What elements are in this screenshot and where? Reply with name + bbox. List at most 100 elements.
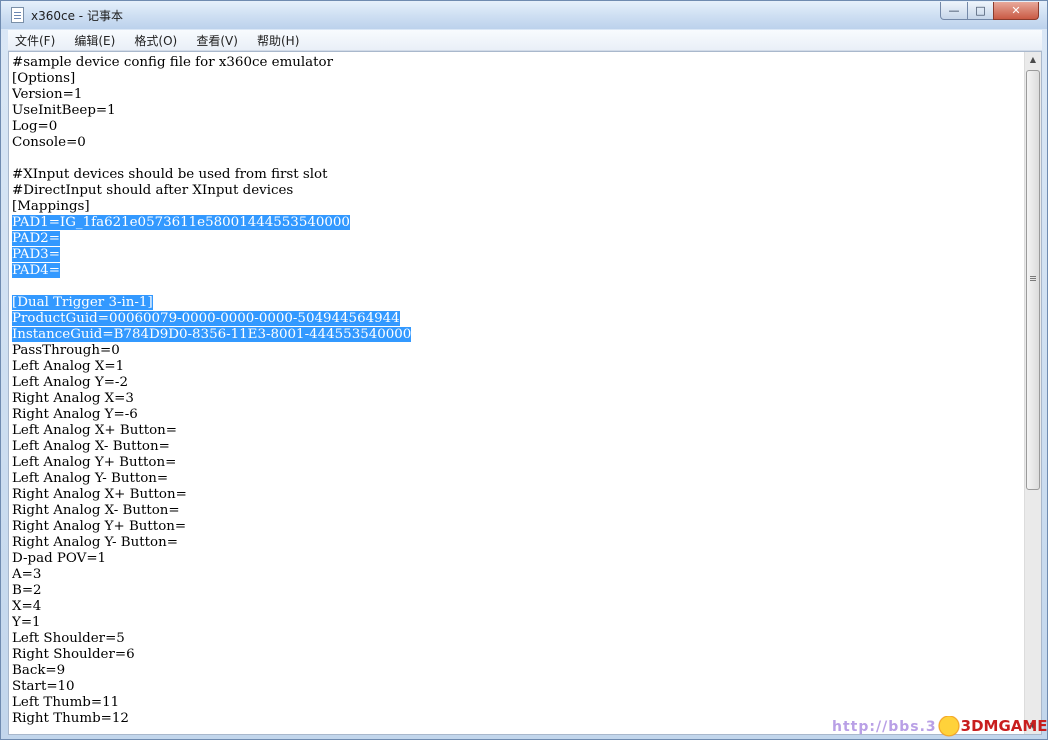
text-line[interactable]: Right Shoulder=6 bbox=[12, 647, 1020, 663]
scroll-thumb[interactable] bbox=[1026, 70, 1040, 490]
text-line[interactable]: PassThrough=0 bbox=[12, 343, 1020, 359]
line-text: Start=10 bbox=[12, 679, 75, 694]
line-text: Left Analog X=1 bbox=[12, 359, 125, 374]
menu-help[interactable]: 帮助(H) bbox=[250, 31, 306, 51]
minimize-button[interactable]: — bbox=[940, 2, 968, 20]
text-line[interactable]: Right Analog Y=-6 bbox=[12, 407, 1020, 423]
line-text: Left Analog X+ Button= bbox=[12, 423, 178, 438]
text-line[interactable]: Left Analog Y+ Button= bbox=[12, 455, 1020, 471]
text-line[interactable]: PAD2= bbox=[12, 231, 1020, 247]
line-text: Right Thumb=12 bbox=[12, 711, 129, 726]
line-text: Console=0 bbox=[12, 135, 86, 150]
menu-view[interactable]: 查看(V) bbox=[189, 31, 245, 51]
text-line[interactable]: [Dual Trigger 3-in-1] bbox=[12, 295, 1020, 311]
line-text: Back=9 bbox=[12, 663, 66, 678]
text-line[interactable]: Right Analog X- Button= bbox=[12, 503, 1020, 519]
watermark-brand: 3DMGAME bbox=[960, 717, 1048, 735]
text-line[interactable]: Y=1 bbox=[12, 615, 1020, 631]
notepad-window: x360ce - 记事本 — □ ✕ 文件(F) 编辑(E) 格式(O) 查看(… bbox=[0, 0, 1048, 740]
text-line[interactable]: #sample device config file for x360ce em… bbox=[12, 55, 1020, 71]
line-text: Right Analog X+ Button= bbox=[12, 487, 187, 502]
selected-text: PAD3= bbox=[12, 247, 60, 262]
text-line[interactable]: Right Analog X+ Button= bbox=[12, 487, 1020, 503]
text-line[interactable]: Left Shoulder=5 bbox=[12, 631, 1020, 647]
line-text: Left Analog Y+ Button= bbox=[12, 455, 177, 470]
text-line[interactable]: Log=0 bbox=[12, 119, 1020, 135]
scroll-grip-icon bbox=[1030, 276, 1036, 277]
notepad-icon[interactable] bbox=[11, 7, 24, 23]
text-line[interactable]: Left Analog X+ Button= bbox=[12, 423, 1020, 439]
selected-text: PAD4= bbox=[12, 263, 60, 278]
text-line[interactable]: B=2 bbox=[12, 583, 1020, 599]
text-line[interactable]: Left Analog Y- Button= bbox=[12, 471, 1020, 487]
selected-text: PAD2= bbox=[12, 231, 60, 246]
line-text: Left Thumb=11 bbox=[12, 695, 120, 710]
text-line[interactable]: InstanceGuid=B784D9D0-8356-11E3-8001-444… bbox=[12, 327, 1020, 343]
text-line[interactable]: #DirectInput should after XInput devices bbox=[12, 183, 1020, 199]
editor-content[interactable]: #sample device config file for x360ce em… bbox=[12, 55, 1020, 733]
vertical-scrollbar[interactable]: ▲ ▼ bbox=[1024, 52, 1041, 734]
line-text: A=3 bbox=[12, 567, 42, 582]
selected-text: [Dual Trigger 3-in-1] bbox=[12, 295, 153, 310]
window-title: x360ce - 记事本 bbox=[31, 9, 123, 23]
watermark: http://bbs.3 3DMGAME bbox=[832, 716, 1048, 738]
menu-format[interactable]: 格式(O) bbox=[127, 31, 184, 51]
text-line[interactable]: PAD4= bbox=[12, 263, 1020, 279]
text-line[interactable] bbox=[12, 279, 1020, 295]
close-button[interactable]: ✕ bbox=[993, 2, 1039, 20]
text-line[interactable]: D-pad POV=1 bbox=[12, 551, 1020, 567]
text-line[interactable]: PAD3= bbox=[12, 247, 1020, 263]
text-line[interactable]: Version=1 bbox=[12, 87, 1020, 103]
line-text: Log=0 bbox=[12, 119, 58, 134]
line-text: Version=1 bbox=[12, 87, 83, 102]
title-bar[interactable]: x360ce - 记事本 — □ ✕ bbox=[1, 1, 1047, 29]
line-text: UseInitBeep=1 bbox=[12, 103, 116, 118]
menu-bar: 文件(F) 编辑(E) 格式(O) 查看(V) 帮助(H) bbox=[8, 30, 1042, 51]
selected-text: InstanceGuid=B784D9D0-8356-11E3-8001-444… bbox=[12, 327, 412, 342]
text-line[interactable]: ProductGuid=00060079-0000-0000-0000-5049… bbox=[12, 311, 1020, 327]
text-line[interactable]: [Mappings] bbox=[12, 199, 1020, 215]
text-line[interactable]: PAD1=IG_1fa621e0573611e58001444553540000 bbox=[12, 215, 1020, 231]
line-text: Left Analog X- Button= bbox=[12, 439, 170, 454]
line-text: Y=1 bbox=[12, 615, 41, 630]
line-text: B=2 bbox=[12, 583, 42, 598]
line-text: X=4 bbox=[12, 599, 42, 614]
watermark-url: http://bbs.3 bbox=[832, 719, 937, 735]
line-text: Left Analog Y=-2 bbox=[12, 375, 128, 390]
text-line[interactable]: Left Analog X=1 bbox=[12, 359, 1020, 375]
text-line[interactable]: #XInput devices should be used from firs… bbox=[12, 167, 1020, 183]
line-text: PassThrough=0 bbox=[12, 343, 120, 358]
text-line[interactable]: Right Analog X=3 bbox=[12, 391, 1020, 407]
scroll-up-arrow-icon[interactable]: ▲ bbox=[1025, 52, 1041, 68]
text-line[interactable]: Back=9 bbox=[12, 663, 1020, 679]
text-line[interactable]: Start=10 bbox=[12, 679, 1020, 695]
text-line[interactable]: Right Analog Y- Button= bbox=[12, 535, 1020, 551]
line-text: #XInput devices should be used from firs… bbox=[12, 167, 328, 182]
text-line[interactable]: UseInitBeep=1 bbox=[12, 103, 1020, 119]
maximize-button[interactable]: □ bbox=[967, 2, 994, 20]
line-text: Right Analog Y+ Button= bbox=[12, 519, 187, 534]
line-text: #sample device config file for x360ce em… bbox=[12, 55, 333, 70]
line-text: Left Analog Y- Button= bbox=[12, 471, 169, 486]
text-line[interactable]: [Options] bbox=[12, 71, 1020, 87]
menu-edit[interactable]: 编辑(E) bbox=[67, 31, 122, 51]
line-text: #DirectInput should after XInput devices bbox=[12, 183, 294, 198]
line-text: Right Analog Y- Button= bbox=[12, 535, 178, 550]
selected-text: PAD1=IG_1fa621e0573611e58001444553540000 bbox=[12, 215, 350, 230]
line-text: Right Analog Y=-6 bbox=[12, 407, 138, 422]
text-line[interactable]: Console=0 bbox=[12, 135, 1020, 151]
text-line[interactable]: X=4 bbox=[12, 599, 1020, 615]
text-line[interactable]: A=3 bbox=[12, 567, 1020, 583]
text-line[interactable]: Left Analog X- Button= bbox=[12, 439, 1020, 455]
selected-text: ProductGuid=00060079-0000-0000-0000-5049… bbox=[12, 311, 400, 326]
menu-file[interactable]: 文件(F) bbox=[8, 31, 62, 51]
mascot-icon bbox=[936, 716, 961, 738]
text-line[interactable]: Right Analog Y+ Button= bbox=[12, 519, 1020, 535]
text-line[interactable]: Left Thumb=11 bbox=[12, 695, 1020, 711]
text-editor[interactable]: #sample device config file for x360ce em… bbox=[8, 51, 1042, 735]
text-line[interactable] bbox=[12, 151, 1020, 167]
line-text: Right Shoulder=6 bbox=[12, 647, 135, 662]
line-text: Right Analog X- Button= bbox=[12, 503, 180, 518]
text-line[interactable]: Left Analog Y=-2 bbox=[12, 375, 1020, 391]
line-text: [Mappings] bbox=[12, 199, 90, 214]
